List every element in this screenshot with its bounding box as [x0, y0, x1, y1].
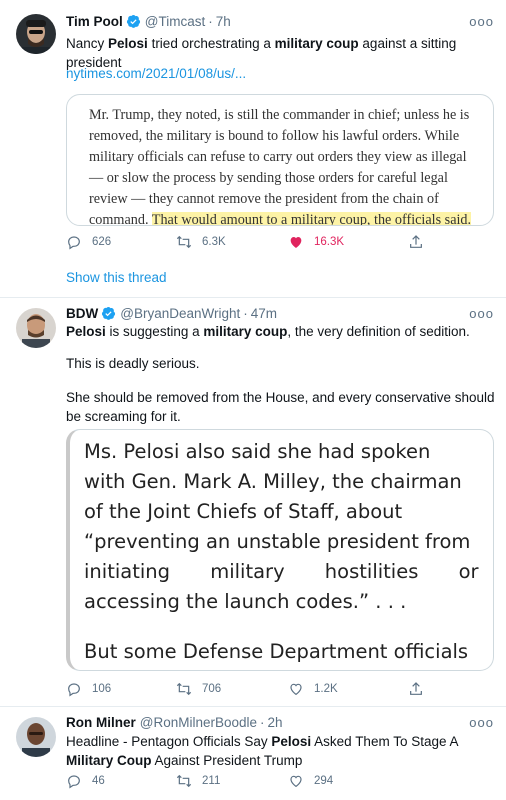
like-button[interactable]: 294 — [288, 773, 333, 789]
display-name[interactable]: Ron Milner — [66, 715, 136, 730]
retweet-count: 706 — [202, 683, 222, 695]
text-bold: Pelosi — [66, 324, 106, 339]
tweet-paragraph: This is deadly serious. — [66, 356, 200, 371]
quote-line: Ms. Pelosi also said she had spoken — [84, 440, 431, 463]
quote-line: accessing the launch codes.” . . . — [84, 590, 407, 613]
reply-button[interactable]: 106 — [66, 681, 111, 697]
like-count: 294 — [314, 775, 334, 787]
avatar[interactable] — [16, 308, 56, 348]
tweet-text: Pelosi is suggesting a military coup, th… — [66, 322, 496, 341]
heart-icon — [290, 237, 302, 248]
text-bold: Military Coup — [66, 753, 152, 768]
retweet-icon — [176, 235, 192, 249]
tweet-text: Headline - Pentagon Officials Say Pelosi… — [66, 732, 496, 770]
reply-count: 626 — [92, 236, 112, 248]
quote-image[interactable]: Mr. Trump, they noted, is still the comm… — [66, 94, 494, 226]
quote-image[interactable]: Ms. Pelosi also said she had spoken with… — [66, 429, 494, 671]
reply-button[interactable]: 46 — [66, 773, 105, 789]
like-button[interactable]: 1.2K — [288, 681, 338, 697]
quote-line: “preventing an unstable president from — [84, 530, 471, 553]
separator: · — [208, 14, 213, 29]
quote-line: with Gen. Mark A. Milley, the chairman — [84, 470, 462, 493]
quote-text: Mr. Trump, they noted, is still the comm… — [89, 107, 470, 226]
handle[interactable]: @BryanDeanWright — [120, 306, 240, 321]
reply-icon — [68, 236, 80, 250]
retweet-button[interactable]: 6.3K — [176, 234, 226, 250]
text-bold: military coup — [203, 324, 288, 339]
like-count: 1.2K — [314, 683, 338, 695]
show-thread-link[interactable]: Show this thread — [66, 270, 167, 285]
retweet-icon — [176, 682, 192, 696]
reply-icon — [68, 775, 80, 789]
retweet-count: 6.3K — [202, 236, 226, 248]
display-name[interactable]: Tim Pool — [66, 14, 123, 29]
text-segment: Headline - Pentagon Officials Say — [66, 734, 272, 749]
quote-line: initiating military hostilities or — [84, 560, 479, 583]
more-icon[interactable]: ooo — [469, 14, 494, 29]
handle[interactable]: @RonMilnerBoodle — [140, 715, 257, 730]
text-segment: Asked Them To Stage A — [311, 734, 458, 749]
text-segment: Nancy — [66, 36, 109, 51]
text-segment: is suggesting a — [105, 324, 204, 339]
action-bar: 46 211 294 — [66, 773, 486, 789]
verified-badge-icon — [126, 14, 140, 28]
retweet-count: 211 — [202, 775, 221, 787]
share-icon — [410, 682, 422, 695]
reply-count: 46 — [92, 775, 105, 787]
verified-badge-icon — [102, 306, 116, 320]
text-segment: tried orchestrating a — [147, 36, 275, 51]
tweet-timcast[interactable]: Tim Pool @Timcast · 7h ooo Nancy Pelosi … — [0, 0, 506, 297]
share-button[interactable] — [408, 234, 434, 250]
like-count: 16.3K — [314, 236, 345, 248]
tweet-header: Tim Pool @Timcast · 7h — [66, 14, 231, 29]
article-link[interactable]: nytimes.com/2021/01/08/us/... — [66, 66, 246, 81]
display-name[interactable]: BDW — [66, 306, 98, 321]
tweet-ronmilnerboodle[interactable]: Ron Milner @RonMilnerBoodle · 2h ooo Hea… — [0, 707, 506, 800]
text-bold: Pelosi — [108, 36, 148, 51]
reply-icon — [68, 683, 80, 697]
text-bold: Pelosi — [271, 734, 312, 749]
timestamp[interactable]: 7h — [216, 14, 231, 29]
tweet-header: Ron Milner @RonMilnerBoodle · 2h — [66, 715, 283, 730]
tweet-header: BDW @BryanDeanWright · 47m — [66, 306, 277, 321]
tweet-paragraph: She should be removed from the House, an… — [66, 390, 495, 424]
retweet-icon — [176, 774, 192, 788]
heart-icon — [290, 683, 302, 696]
separator: · — [243, 306, 248, 321]
timestamp[interactable]: 47m — [251, 306, 277, 321]
retweet-button[interactable]: 211 — [176, 773, 220, 789]
heart-icon — [290, 775, 302, 788]
reply-button[interactable]: 626 — [66, 234, 111, 250]
avatar[interactable] — [16, 14, 56, 54]
timestamp[interactable]: 2h — [268, 715, 283, 730]
text-segment: Against President Trump — [151, 753, 303, 768]
quote-line: of the Joint Chiefs of Staff, about — [84, 500, 403, 523]
retweet-button[interactable]: 706 — [176, 681, 221, 697]
reply-count: 106 — [92, 683, 112, 695]
like-button[interactable]: 16.3K — [288, 234, 344, 250]
quote-highlight: That would amount to a military coup, th… — [151, 212, 472, 226]
more-icon[interactable]: ooo — [469, 715, 494, 730]
share-icon — [410, 235, 422, 248]
quote-line: But some Defense Department officials — [84, 640, 469, 663]
text-bold: military coup — [274, 36, 359, 51]
action-bar: 106 706 1.2K — [66, 681, 486, 697]
separator: · — [260, 715, 265, 730]
share-button[interactable] — [408, 681, 434, 697]
text-segment: , the very definition of sedition. — [287, 324, 470, 339]
handle[interactable]: @Timcast — [145, 14, 205, 29]
action-bar: 626 6.3K 16.3K — [66, 234, 486, 250]
more-icon[interactable]: ooo — [469, 306, 494, 321]
avatar[interactable] — [16, 717, 56, 757]
